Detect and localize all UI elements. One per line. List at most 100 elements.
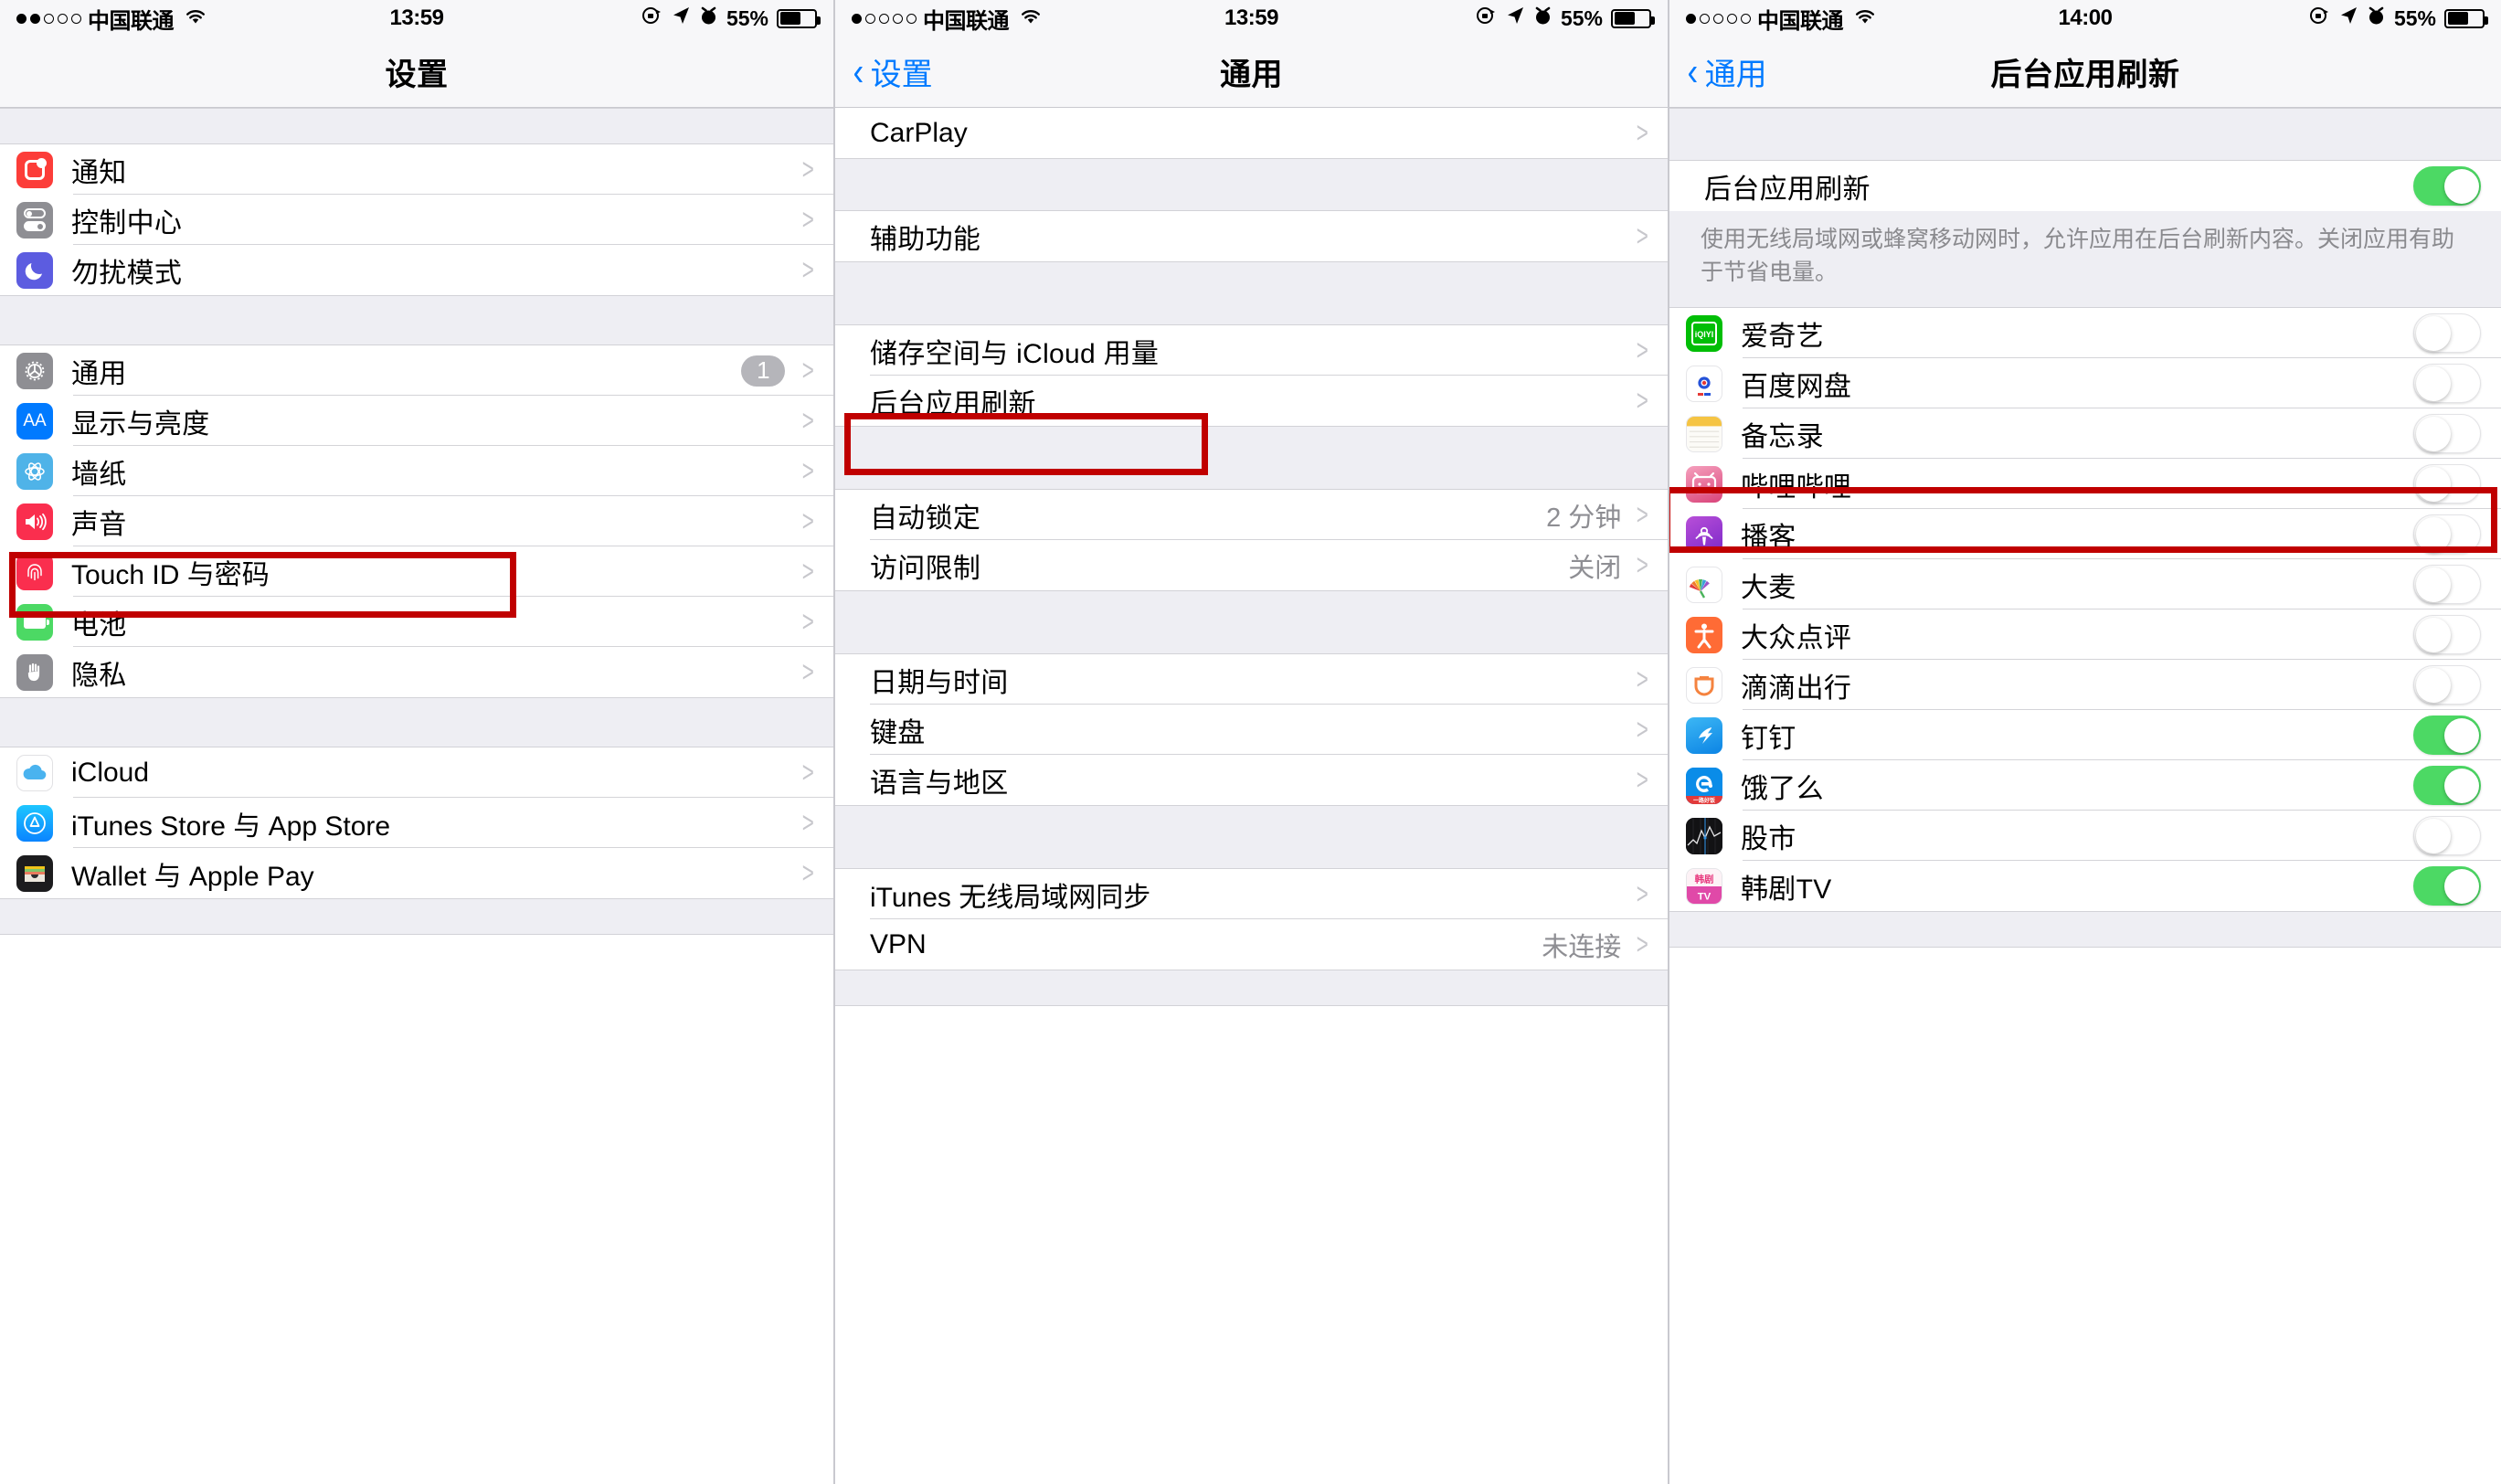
- settings-row-sounds[interactable]: 声音 >: [0, 496, 833, 546]
- row-label: 百度网盘: [1741, 371, 1852, 402]
- navbar-2: ‹ 设置 通用: [835, 37, 1668, 108]
- chevron-right-icon: >: [1637, 763, 1649, 796]
- app-row-podcasts[interactable]: 播客: [1669, 509, 2501, 559]
- icloud-icon: [16, 754, 53, 791]
- app-toggle[interactable]: [2413, 866, 2481, 906]
- section-gap: [835, 158, 1668, 211]
- settings-row-control-center[interactable]: 控制中心 >: [0, 195, 833, 245]
- settings-row-wallet[interactable]: Wallet 与 Apple Pay >: [0, 848, 833, 898]
- alarm-clock-icon: [699, 5, 718, 31]
- app-row-hanjutv[interactable]: 韩剧 TV 韩剧TV: [1669, 861, 2501, 911]
- carrier-name: 中国联通: [923, 8, 1010, 34]
- app-row-dingtalk[interactable]: 钉钉: [1669, 710, 2501, 760]
- row-label: 哔哩哔哩: [1741, 472, 1852, 503]
- app-toggle[interactable]: [2413, 716, 2481, 755]
- page-title: 后台应用刷新: [1990, 58, 2180, 92]
- general-list[interactable]: CarPlay > 辅助功能 > 储存空间与 iCloud 用量 > 后台应用刷…: [835, 108, 1668, 1484]
- chevron-right-icon: >: [802, 504, 815, 537]
- chevron-right-icon: >: [1637, 219, 1649, 252]
- general-row-background-app-refresh[interactable]: 后台应用刷新 >: [835, 376, 1668, 426]
- settings-row-battery[interactable]: 电池 >: [0, 597, 833, 647]
- chevron-right-icon: >: [1637, 498, 1649, 531]
- chevron-right-icon: >: [1637, 928, 1649, 960]
- chevron-right-icon: >: [802, 605, 815, 638]
- battery-icon: [2444, 8, 2488, 28]
- app-toggle[interactable]: [2413, 313, 2481, 353]
- location-arrow-icon: [2338, 5, 2358, 31]
- wallet-apple-pay-icon: [16, 854, 53, 892]
- hanjutv-icon: 韩剧 TV: [1686, 867, 1722, 905]
- back-label: 设置: [870, 58, 933, 92]
- general-row-date-time[interactable]: 日期与时间 >: [835, 654, 1668, 705]
- app-row-notes[interactable]: 备忘录: [1669, 408, 2501, 459]
- app-row-didi[interactable]: 滴滴出行: [1669, 660, 2501, 710]
- general-row-carplay[interactable]: CarPlay >: [835, 108, 1668, 158]
- app-toggle[interactable]: [2413, 364, 2481, 403]
- app-toggle[interactable]: [2413, 514, 2481, 554]
- row-label: 墙纸: [71, 459, 127, 490]
- background-refresh-master-toggle[interactable]: [2413, 166, 2481, 206]
- general-row-itunes-wifi-sync[interactable]: iTunes 无线局域网同步 >: [835, 869, 1668, 919]
- settings-list[interactable]: 通知 > 控制中心 > 勿扰模式 > 通用 1 > AA 显示与亮度 > 墙纸 …: [0, 108, 833, 1484]
- bar-list[interactable]: 后台应用刷新 使用无线局域网或蜂窝移动网时，允许应用在后台刷新内容。关闭应用有助…: [1669, 108, 2501, 1484]
- app-row-iqiyi[interactable]: iQIYI 爱奇艺: [1669, 308, 2501, 358]
- dianping-icon: [1686, 616, 1722, 653]
- battery-percent: 55%: [2393, 5, 2436, 30]
- settings-row-itunes-appstore[interactable]: iTunes Store 与 App Store >: [0, 798, 833, 848]
- row-value: 未连接: [1542, 932, 1622, 962]
- back-button-settings[interactable]: ‹ 设置: [852, 49, 933, 94]
- row-label: 饿了么: [1741, 773, 1824, 804]
- app-toggle[interactable]: [2413, 665, 2481, 705]
- settings-row-do-not-disturb[interactable]: 勿扰模式 >: [0, 245, 833, 295]
- row-label: 备忘录: [1741, 421, 1824, 452]
- row-label: 隐私: [71, 660, 127, 691]
- general-row-restrictions[interactable]: 访问限制 关闭 >: [835, 540, 1668, 590]
- app-row-dianping[interactable]: 大众点评: [1669, 610, 2501, 660]
- settings-row-touch-id[interactable]: Touch ID 与密码 >: [0, 546, 833, 597]
- general-row-storage-icloud[interactable]: 储存空间与 iCloud 用量 >: [835, 325, 1668, 376]
- wifi-icon: [184, 6, 207, 31]
- settings-row-notifications[interactable]: 通知 >: [0, 144, 833, 195]
- row-label: Touch ID 与密码: [71, 559, 270, 590]
- stocks-icon: [1686, 817, 1722, 854]
- row-label: 通知: [71, 157, 127, 188]
- signal-dots-icon: [1686, 13, 1751, 24]
- settings-row-display[interactable]: AA 显示与亮度 >: [0, 396, 833, 446]
- chevron-right-icon: >: [1637, 116, 1649, 149]
- settings-row-general[interactable]: 通用 1 >: [0, 345, 833, 396]
- master-toggle-row[interactable]: 后台应用刷新: [1669, 161, 2501, 211]
- app-toggle[interactable]: [2413, 766, 2481, 805]
- app-row-baidu-pan[interactable]: 百度网盘: [1669, 358, 2501, 408]
- settings-row-privacy[interactable]: 隐私 >: [0, 647, 833, 697]
- general-row-keyboard[interactable]: 键盘 >: [835, 705, 1668, 755]
- app-row-bilibili[interactable]: 哔哩哔哩: [1669, 459, 2501, 509]
- general-row-auto-lock[interactable]: 自动锁定 2 分钟 >: [835, 490, 1668, 540]
- row-label: 语言与地区: [870, 768, 1009, 799]
- chevron-right-icon: >: [1637, 334, 1649, 366]
- row-label: 爱奇艺: [1741, 321, 1824, 352]
- settings-row-wallpaper[interactable]: 墙纸 >: [0, 446, 833, 496]
- general-row-vpn[interactable]: VPN 未连接 >: [835, 919, 1668, 970]
- app-toggle[interactable]: [2413, 414, 2481, 453]
- app-toggle[interactable]: [2413, 464, 2481, 504]
- location-arrow-icon: [1505, 5, 1525, 31]
- section-gap: [835, 590, 1668, 654]
- general-row-language-region[interactable]: 语言与地区 >: [835, 755, 1668, 805]
- settings-row-icloud[interactable]: iCloud >: [0, 747, 833, 798]
- app-row-damai[interactable]: 大麦: [1669, 559, 2501, 610]
- chevron-right-icon: >: [802, 354, 815, 387]
- general-row-accessibility[interactable]: 辅助功能 >: [835, 211, 1668, 261]
- row-label: 显示与亮度: [71, 408, 210, 440]
- wifi-icon: [1853, 6, 1877, 31]
- app-toggle[interactable]: [2413, 565, 2481, 604]
- back-button-general[interactable]: ‹ 通用: [1686, 49, 1766, 94]
- app-row-stocks[interactable]: 股市: [1669, 811, 2501, 861]
- privacy-icon: [16, 653, 53, 691]
- didi-icon: [1686, 666, 1722, 704]
- dingtalk-icon: [1686, 716, 1722, 754]
- row-label: iTunes 无线局域网同步: [870, 882, 1151, 913]
- app-toggle[interactable]: [2413, 615, 2481, 654]
- app-toggle[interactable]: [2413, 816, 2481, 855]
- app-row-eleme[interactable]: 一路好饭 饿了么: [1669, 760, 2501, 811]
- page-title: 通用: [1220, 58, 1283, 92]
